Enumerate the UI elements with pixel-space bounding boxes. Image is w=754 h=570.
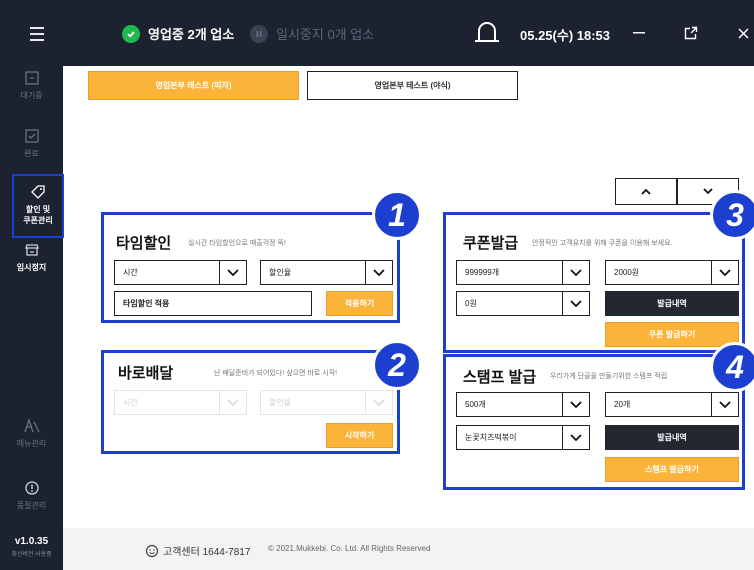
sidebar-item-menu[interactable]: 메뉴관리: [0, 418, 63, 449]
delivery-time-select-value: 시간: [123, 398, 138, 407]
instant-delivery-title: 바로배달: [118, 365, 174, 382]
paused-status: 일시중지 0개 업소: [250, 24, 374, 43]
paused-status-label: 일시중지 0개 업소: [276, 27, 375, 42]
instant-delivery-desc: 난 배달준비가 되어있다! 싶으면 바로 시작!: [214, 370, 338, 377]
rate-select-value: 할인율: [269, 268, 292, 277]
sidebar-item-pause[interactable]: 임시정지: [0, 242, 63, 273]
coupon-amount-select[interactable]: 2000원: [605, 260, 739, 285]
pause-icon: [250, 24, 268, 43]
delivery-time-select[interactable]: 시간: [114, 390, 247, 415]
chevron-down-icon: [365, 391, 392, 414]
stamp-issue-button[interactable]: 스탬프 발급하기: [605, 457, 739, 482]
coupon-count-value: 999999개: [465, 268, 500, 277]
top-bar: 영업중 2개 업소 일시중지 0개 업소 05.25(수) 18:53: [0, 0, 754, 66]
step-badge-3: 3: [710, 190, 754, 240]
stamp-goal-select[interactable]: 20개: [605, 392, 739, 417]
open-status: 영업중 2개 업소: [122, 24, 234, 43]
chevron-down-icon: [711, 261, 738, 284]
coupon-history-button[interactable]: 발급내역: [605, 291, 739, 316]
chevron-up-icon: [641, 188, 651, 195]
instant-delivery-panel: 바로배달 난 배달준비가 되어있다! 싶으면 바로 시작! 시간 할인율 시작하…: [101, 350, 400, 454]
chevron-down-icon: [562, 393, 589, 416]
stamp-title: 스탬프 발급: [463, 369, 537, 386]
chevron-down-icon: [562, 426, 589, 449]
chevron-down-icon: [219, 391, 246, 414]
customer-center: 고객센터 1644-7817: [145, 543, 250, 558]
tab-store-pizza[interactable]: 영업본부 테스트 (피자): [88, 71, 299, 100]
stamp-desc: 우리가게 단골을 만들기위한 스탬프 적립: [550, 373, 668, 380]
stamp-count-select[interactable]: 500개: [456, 392, 590, 417]
coupon-issue-button[interactable]: 쿠폰 발급하기: [605, 322, 739, 347]
step-badge-2: 2: [372, 340, 422, 390]
stamp-count-value: 500개: [465, 400, 486, 409]
time-select-value: 시간: [123, 268, 138, 277]
sidebar-item-label: 할인 및 쿠폰관리: [23, 205, 53, 225]
copyright: © 2021.Mukkebi. Co. Ltd. All Rights Rese…: [268, 544, 431, 553]
sidebar-item-done[interactable]: 완료: [0, 128, 63, 159]
sidebar-item-soldout[interactable]: 품절관리: [0, 480, 63, 511]
sidebar: 대기중 완료 할인 및 쿠폰관리 임시정지 메뉴관리 품절관리 v1.0.35 …: [0, 66, 64, 570]
time-select[interactable]: 시간: [114, 260, 247, 285]
version-number: v1.0.35: [14, 536, 49, 547]
tab-store-night[interactable]: 영업본부 테스트 (야식): [307, 71, 518, 100]
sidebar-item-label: 대기중: [20, 91, 43, 100]
coupon-desc: 안정적인 고객유치를 위해 쿠폰을 이용해 보세요.: [532, 240, 673, 247]
sidebar-item-label: 완료: [24, 149, 39, 158]
footer: 고객센터 1644-7817 © 2021.Mukkebi. Co. Ltd. …: [63, 528, 754, 570]
bell-icon[interactable]: [472, 18, 502, 48]
chevron-down-icon: [562, 261, 589, 284]
step-badge-4: 4: [710, 342, 754, 392]
rate-select[interactable]: 할인율: [260, 260, 393, 285]
version-info: v1.0.35 최신버전 사용중: [0, 536, 63, 558]
sidebar-item-waiting[interactable]: 대기중: [0, 70, 63, 101]
apply-button[interactable]: 적용하기: [326, 291, 393, 316]
menu-book-icon: [23, 418, 40, 433]
stamp-history-button[interactable]: 발급내역: [605, 425, 739, 450]
delivery-rate-select-value: 할인율: [269, 398, 292, 407]
coupon-min-value: 0원: [465, 299, 477, 308]
minimize-icon[interactable]: [624, 18, 654, 48]
headset-icon: [145, 544, 159, 557]
chevron-down-icon: [365, 261, 392, 284]
waiting-icon: [24, 71, 39, 85]
stamp-menu-select[interactable]: 눈꽃치즈떡볶이: [456, 425, 590, 450]
sidebar-item-label: 품절관리: [16, 501, 47, 510]
version-status: 최신버전 사용중: [11, 552, 52, 558]
stamp-panel: 스탬프 발급 우리가게 단골을 만들기위한 스탬프 적립 500개 20개 눈꽃…: [443, 354, 745, 490]
coupon-count-select[interactable]: 999999개: [456, 260, 590, 285]
time-discount-panel: 타임할인 실시간 타임할인으로 매출걱정 뚝! 시간 할인율 타임할인 적용 적…: [101, 212, 400, 323]
stamp-goal-value: 20개: [614, 400, 631, 409]
time-discount-desc: 실시간 타임할인으로 매출걱정 뚝!: [188, 240, 286, 247]
move-up-button[interactable]: [615, 178, 677, 205]
sidebar-item-label: 메뉴관리: [16, 439, 47, 448]
popout-icon[interactable]: [676, 18, 706, 48]
check-icon: [24, 129, 39, 143]
coupon-amount-value: 2000원: [614, 268, 640, 277]
time-discount-input[interactable]: 타임할인 적용: [114, 291, 312, 316]
close-icon[interactable]: [728, 18, 754, 48]
start-button[interactable]: 시작하기: [326, 423, 393, 448]
datetime: 05.25(수) 18:53: [520, 28, 611, 43]
chevron-down-icon: [219, 261, 246, 284]
sidebar-item-discount[interactable]: 할인 및 쿠폰관리: [12, 174, 64, 238]
chevron-down-icon: [562, 292, 589, 315]
coupon-title: 쿠폰발급: [463, 235, 519, 252]
sidebar-item-label: 임시정지: [16, 263, 47, 272]
step-badge-1: 1: [372, 190, 422, 240]
check-circle-icon: [122, 24, 140, 43]
chevron-down-icon: [711, 393, 738, 416]
delivery-rate-select[interactable]: 할인율: [260, 390, 393, 415]
coupon-panel: 쿠폰발급 안정적인 고객유치를 위해 쿠폰을 이용해 보세요. 999999개 …: [443, 212, 745, 353]
customer-center-label: 고객센터 1644-7817: [163, 547, 251, 558]
time-discount-title: 타임할인: [116, 235, 172, 252]
chevron-down-icon: [703, 188, 713, 195]
store-icon: [24, 244, 39, 256]
open-status-label: 영업중 2개 업소: [148, 27, 235, 42]
hamburger-menu-icon[interactable]: [20, 22, 56, 46]
coupon-min-select[interactable]: 0원: [456, 291, 590, 316]
stamp-menu-value: 눈꽃치즈떡볶이: [465, 433, 517, 442]
tag-icon: [31, 185, 45, 199]
soldout-icon: [24, 481, 39, 495]
